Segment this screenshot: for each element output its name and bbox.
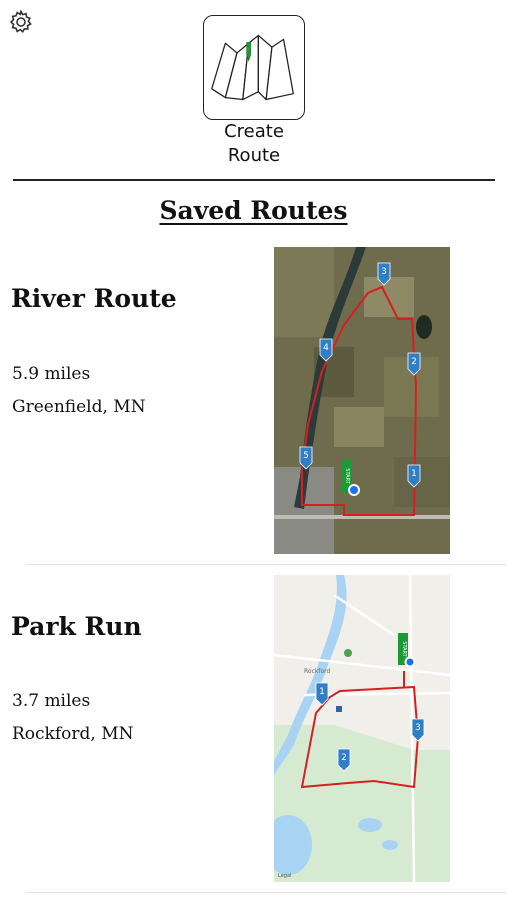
folded-map-icon — [211, 34, 294, 101]
current-location-dot — [348, 484, 360, 496]
route-marker-label: 3 — [381, 267, 387, 277]
route-marker-label: 1 — [411, 469, 417, 479]
current-location-dot — [404, 656, 416, 668]
create-route-button[interactable] — [203, 15, 305, 120]
route-location: Greenfield, MN — [12, 397, 146, 417]
map-label: Rockford — [304, 668, 330, 675]
route-distance: 3.7 miles — [12, 691, 91, 711]
create-route-label[interactable]: Create Route — [190, 120, 318, 168]
route-distance: 5.9 miles — [12, 364, 91, 384]
route-map-thumbnail[interactable]: 3 2 4 5 1 START — [274, 247, 450, 554]
route-divider — [26, 892, 506, 893]
route-map-thumbnail[interactable]: Rockford Legal 1 2 3 START — [274, 575, 450, 882]
create-label-line1: Create — [224, 121, 284, 142]
start-flag-label: START — [344, 468, 350, 484]
route-marker-label: 5 — [303, 451, 309, 461]
route-name: Park Run — [11, 612, 142, 641]
route-marker-label: 2 — [411, 357, 417, 367]
create-label-line2: Route — [227, 145, 281, 166]
header-divider — [13, 179, 495, 181]
start-flag-label: START — [401, 641, 407, 657]
route-marker-label: 1 — [319, 687, 325, 697]
route-marker-label: 4 — [323, 343, 329, 353]
route-marker-label: 3 — [415, 723, 421, 733]
gear-icon[interactable] — [8, 9, 34, 35]
map-label: Legal — [278, 873, 291, 879]
route-marker-label: 2 — [341, 753, 347, 763]
route-location: Rockford, MN — [12, 724, 134, 744]
route-divider — [26, 564, 506, 565]
section-title: Saved Routes — [159, 196, 348, 225]
route-name: River Route — [11, 284, 177, 313]
